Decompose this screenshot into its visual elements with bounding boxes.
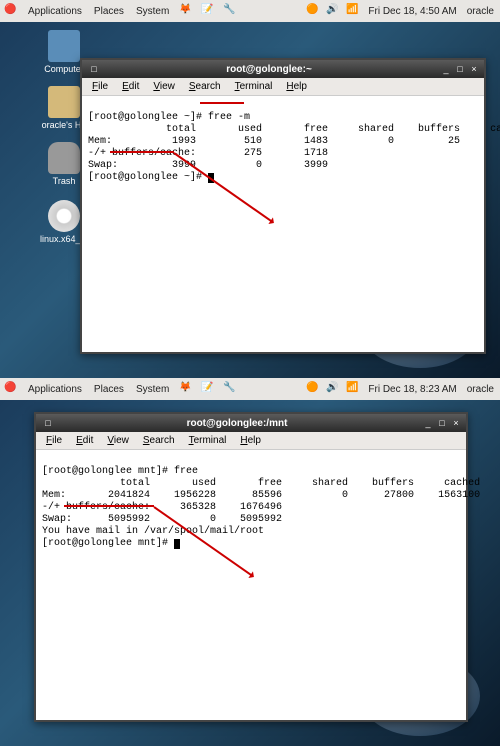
menu-applications[interactable]: Applications [26,6,84,17]
distro-icon[interactable]: 🔴 [4,4,18,18]
minimize-button[interactable]: _ [422,417,434,429]
desktop-top: 🔴 Applications Places System 🦊 📝 🔧 🟠 🔊 📶… [0,0,500,378]
prompt-cmd: [root@golonglee mnt]# free [42,466,198,477]
cursor [174,539,180,549]
titlebar[interactable]: □ root@golonglee:~ _ □ × [82,60,484,78]
command: free -m [208,112,250,123]
output-swap: Swap: 3999 0 3999 [88,160,328,171]
terminal-output[interactable]: [root@golonglee mnt]# free total used fr… [36,450,466,590]
update-icon[interactable]: 🟠 [306,4,320,18]
menu-system[interactable]: System [134,6,171,17]
menu-file[interactable]: File [40,434,68,447]
top-panel-1: 🔴 Applications Places System 🦊 📝 🔧 🟠 🔊 📶… [0,0,500,22]
menubar: File Edit View Search Terminal Help [82,78,484,96]
app-icon: □ [88,63,100,75]
terminal-window-2: □ root@golonglee:/mnt _ □ × File Edit Vi… [34,412,468,722]
clock[interactable]: Fri Dec 18, 8:23 AM [366,384,458,395]
menu-terminal[interactable]: Terminal [229,80,279,93]
output-buf: -/+ buffers/cache: 275 1718 [88,148,328,159]
menu-places[interactable]: Places [92,384,126,395]
terminal-output[interactable]: [root@golonglee ~]# free -m total used f… [82,96,484,236]
trash-icon [48,142,80,174]
annotation-underline [110,151,174,153]
maximize-button[interactable]: □ [454,63,466,75]
note-icon[interactable]: 📝 [201,4,215,18]
tool-icon[interactable]: 🔧 [223,4,237,18]
window-title: root@golonglee:/mnt [54,418,420,429]
prompt: [root@golonglee ~]# [88,172,208,183]
note-icon[interactable]: 📝 [201,382,215,396]
menu-edit[interactable]: Edit [70,434,99,447]
menu-edit[interactable]: Edit [116,80,145,93]
prompt: [root@golonglee ~]# [88,112,208,123]
menu-search[interactable]: Search [137,434,181,447]
network-icon[interactable]: 📶 [346,382,360,396]
monitor-icon [48,30,80,62]
annotation-underline [200,102,244,104]
terminal-window-1: □ root@golonglee:~ _ □ × File Edit View … [80,58,486,354]
window-title: root@golonglee:~ [100,64,438,75]
output-header: total used free shared buffers cached [42,478,480,489]
menu-view[interactable]: View [101,434,135,447]
menu-help[interactable]: Help [280,80,313,93]
output-swap: Swap: 5095992 0 5095992 [42,514,282,525]
desktop-bottom: 🔴 Applications Places System 🦊 📝 🔧 🟠 🔊 📶… [0,378,500,746]
user-label[interactable]: oracle [465,384,496,395]
maximize-button[interactable]: □ [436,417,448,429]
menu-places[interactable]: Places [92,6,126,17]
prompt: [root@golonglee mnt]# [42,538,174,549]
top-panel-2: 🔴 Applications Places System 🦊 📝 🔧 🟠 🔊 📶… [0,378,500,400]
distro-icon[interactable]: 🔴 [4,382,18,396]
firefox-icon[interactable]: 🦊 [179,4,193,18]
clock[interactable]: Fri Dec 18, 4:50 AM [366,6,458,17]
disc-icon [48,200,80,232]
output-mail: You have mail in /var/spool/mail/root [42,526,264,537]
volume-icon[interactable]: 🔊 [326,382,340,396]
menu-help[interactable]: Help [234,434,267,447]
update-icon[interactable]: 🟠 [306,382,320,396]
output-mem: Mem: 1993 510 1483 0 25 208 [88,136,500,147]
menu-terminal[interactable]: Terminal [183,434,233,447]
menu-search[interactable]: Search [183,80,227,93]
tool-icon[interactable]: 🔧 [223,382,237,396]
close-button[interactable]: × [450,417,462,429]
close-button[interactable]: × [468,63,480,75]
minimize-button[interactable]: _ [440,63,452,75]
output-header: total used free shared buffers cached [88,124,500,135]
firefox-icon[interactable]: 🦊 [179,382,193,396]
menu-system[interactable]: System [134,384,171,395]
volume-icon[interactable]: 🔊 [326,4,340,18]
folder-icon [48,86,80,118]
menu-view[interactable]: View [147,80,181,93]
menu-file[interactable]: File [86,80,114,93]
menubar: File Edit View Search Terminal Help [36,432,466,450]
output-mem: Mem: 2041824 1956228 85596 0 27800 15631… [42,490,480,501]
network-icon[interactable]: 📶 [346,4,360,18]
user-label[interactable]: oracle [465,6,496,17]
titlebar[interactable]: □ root@golonglee:/mnt _ □ × [36,414,466,432]
menu-applications[interactable]: Applications [26,384,84,395]
annotation-underline [64,505,154,507]
app-icon: □ [42,417,54,429]
